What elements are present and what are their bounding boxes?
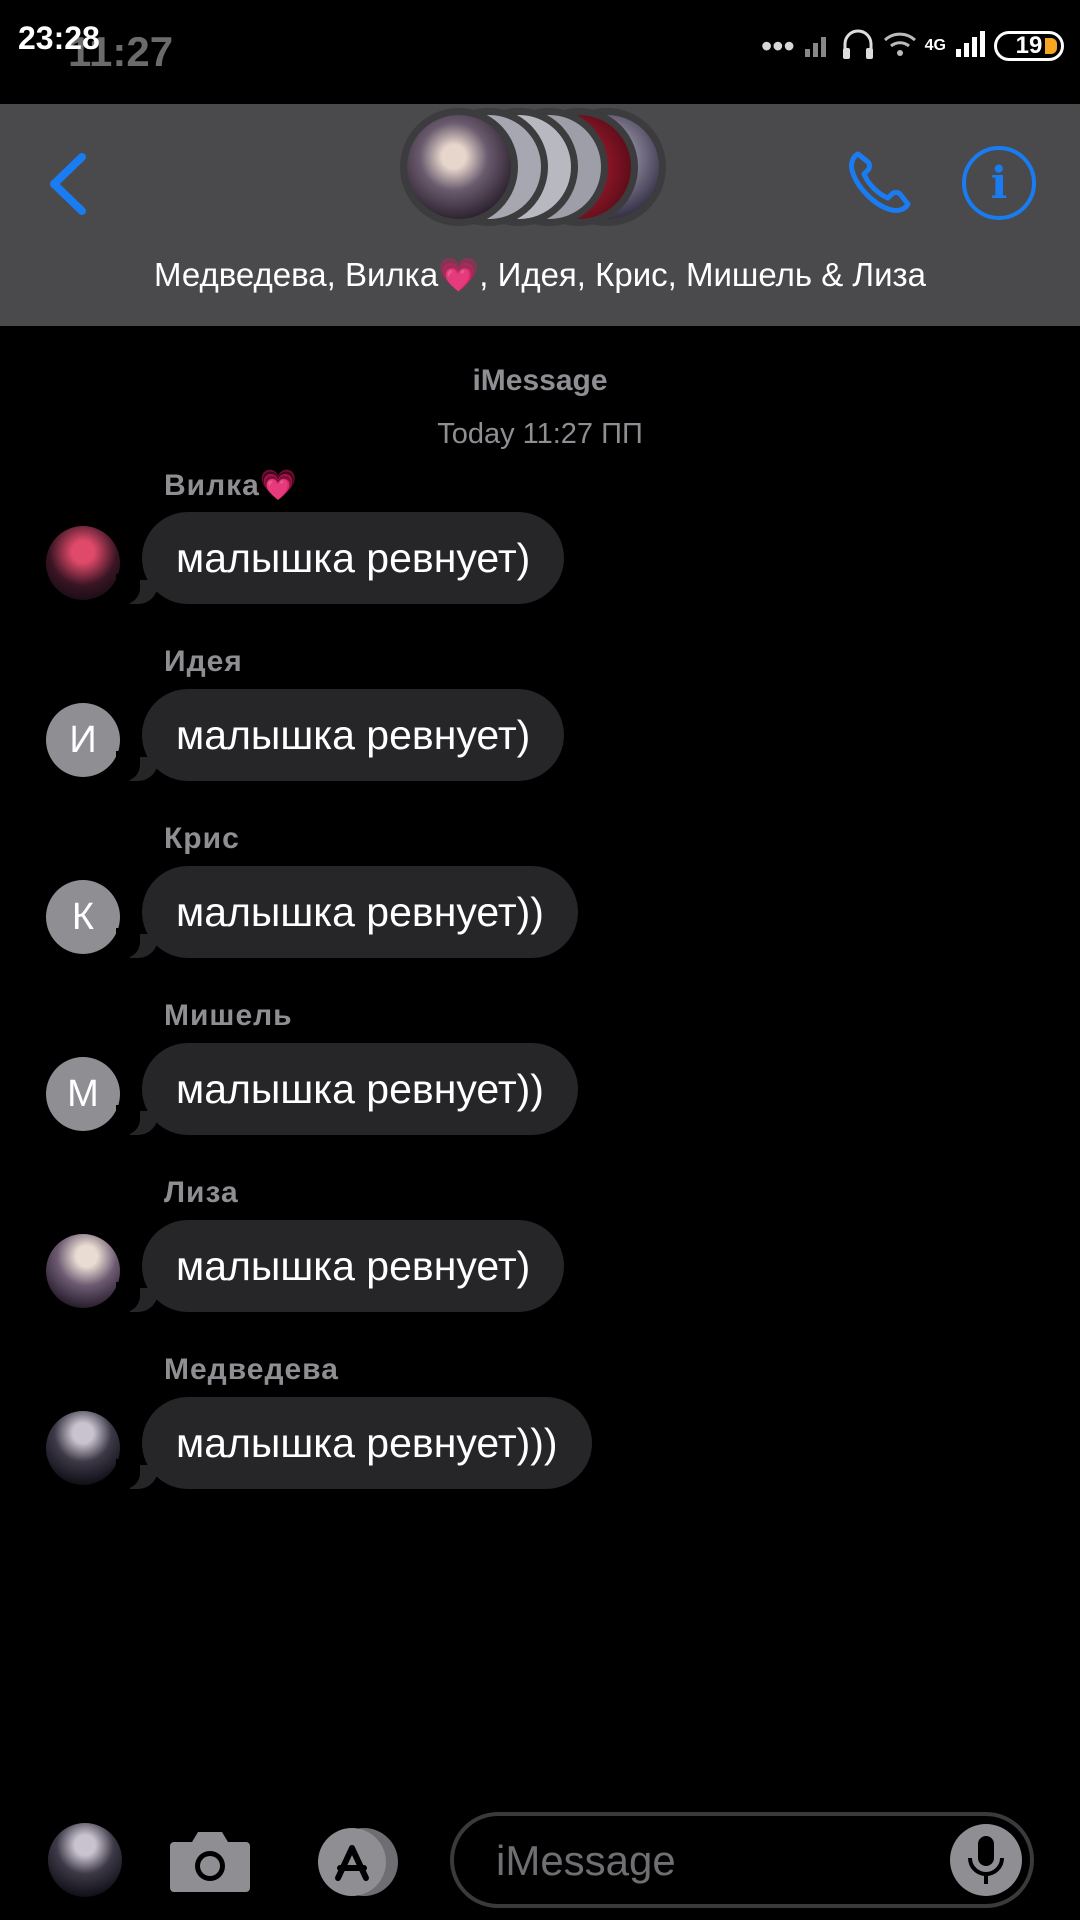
avatar[interactable]: М xyxy=(46,1057,120,1131)
status-time: 23:28 xyxy=(18,20,100,56)
memoji-avatar-button[interactable] xyxy=(48,1823,122,1897)
message-bubble[interactable]: малышка ревнует)) xyxy=(142,866,578,958)
avatar[interactable] xyxy=(46,1411,120,1485)
info-icon: i xyxy=(990,157,1008,209)
avatar[interactable] xyxy=(46,526,120,600)
phone-icon xyxy=(849,151,911,213)
group-avatar-stack[interactable] xyxy=(400,104,690,240)
camera-icon xyxy=(170,1832,250,1892)
message-bubble[interactable]: малышка ревнует) xyxy=(142,689,565,781)
message-bubble[interactable]: малышка ревнует) xyxy=(142,1220,565,1312)
conversation-header: i Медведева, Вилка💗, Идея, Крис, Мишель … xyxy=(0,104,1080,326)
back-chevron-icon xyxy=(50,153,86,215)
message-row: Мишель М малышка ревнует)) xyxy=(0,999,1080,1159)
sender-name: Идея xyxy=(164,645,243,678)
wifi-icon xyxy=(883,30,917,63)
more-dots-icon: ••• xyxy=(761,27,795,64)
message-bubble[interactable]: малышка ревнует))) xyxy=(142,1397,592,1489)
appstore-icon xyxy=(318,1828,398,1896)
avatar[interactable] xyxy=(46,1234,120,1308)
service-label: iMessage xyxy=(472,364,608,397)
back-button[interactable] xyxy=(38,144,98,224)
message-bubble[interactable]: малышка ревнует)) xyxy=(142,1043,578,1135)
status-bar: 11:27 23:28 ••• 4G 19 xyxy=(0,0,1080,104)
group-avatar xyxy=(400,108,518,226)
group-title[interactable]: Медведева, Вилка💗, Идея, Крис, Мишель & … xyxy=(0,256,1080,295)
info-button[interactable]: i xyxy=(962,146,1036,220)
cell-signal-icon xyxy=(954,29,986,64)
sender-name: Крис xyxy=(164,822,240,855)
message-bubble[interactable]: малышка ревнует) xyxy=(142,512,565,604)
microphone-button[interactable] xyxy=(950,1824,1022,1896)
signal-icon xyxy=(803,29,833,64)
message-row: Идея И малышка ревнует) xyxy=(0,645,1080,805)
message-row: Лиза малышка ревнует) xyxy=(0,1176,1080,1336)
message-input-container xyxy=(450,1812,1034,1908)
message-row: Крис К малышка ревнует)) xyxy=(0,822,1080,982)
message-input[interactable] xyxy=(494,1830,938,1892)
microphone-icon xyxy=(968,1836,1004,1884)
status-icons: ••• 4G 19 xyxy=(761,18,1064,74)
sender-name: Мишель xyxy=(164,999,293,1032)
battery-indicator: 19 xyxy=(994,31,1064,61)
message-row: Медведева малышка ревнует))) xyxy=(0,1353,1080,1513)
sender-name: Медведева xyxy=(164,1353,339,1386)
headphones-icon xyxy=(841,26,875,67)
appstore-button[interactable] xyxy=(308,1824,408,1900)
message-row: Вилка💗 малышка ревнует) xyxy=(0,468,1080,628)
composer-bar xyxy=(0,1798,1080,1920)
sender-name: Лиза xyxy=(164,1176,239,1209)
network-type: 4G xyxy=(924,37,946,54)
call-button[interactable] xyxy=(840,144,918,222)
avatar[interactable]: И xyxy=(46,703,120,777)
conversation-timestamp: Today 11:27 ПП xyxy=(437,418,643,450)
avatar[interactable]: К xyxy=(46,880,120,954)
camera-button[interactable] xyxy=(168,1824,252,1894)
sender-name: Вилка💗 xyxy=(164,469,299,502)
